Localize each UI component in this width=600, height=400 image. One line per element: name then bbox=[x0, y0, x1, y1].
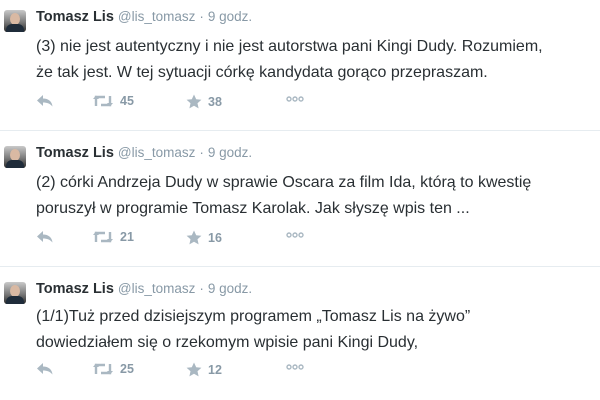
tweet-text-line: (1/1)Tuż przed dzisiejszym programem „To… bbox=[36, 308, 471, 325]
tweet-timestamp[interactable]: 9 godz. bbox=[208, 9, 252, 24]
tweet-header: Tomasz Lis @lis_tomasz · 9 godz. bbox=[36, 279, 252, 298]
tweet-text-line: że tak jest. W tej sytuacji córkę kandyd… bbox=[36, 64, 488, 81]
more-button[interactable] bbox=[286, 364, 304, 370]
tweet-actions: 45 38 bbox=[36, 94, 336, 114]
reply-button[interactable] bbox=[36, 94, 54, 108]
star-icon bbox=[186, 230, 202, 245]
retweet-button[interactable]: 45 bbox=[92, 94, 134, 108]
tweet-text-line: poruszył w programie Tomasz Karolak. Jak… bbox=[36, 200, 470, 217]
retweet-icon bbox=[93, 95, 113, 107]
tweet-timeline: Tomasz Lis @lis_tomasz · 9 godz. (3) nie je… bbox=[0, 0, 600, 400]
tweet-text: (1/1)Tuż przed dzisiejszym programem „To… bbox=[36, 304, 596, 356]
avatar[interactable] bbox=[4, 282, 26, 304]
avatar-shirt bbox=[6, 296, 24, 304]
reply-icon bbox=[37, 231, 53, 243]
retweet-count: 45 bbox=[120, 94, 134, 108]
tweet-actions: 21 16 bbox=[36, 230, 336, 250]
star-icon bbox=[186, 94, 202, 109]
tweet-header: Tomasz Lis @lis_tomasz · 9 godz. bbox=[36, 7, 252, 26]
avatar-shirt bbox=[6, 160, 24, 168]
reply-button[interactable] bbox=[36, 362, 54, 376]
retweet-button[interactable]: 25 bbox=[92, 362, 134, 376]
tweet-text-line: (3) nie jest autentyczny i nie jest auto… bbox=[36, 38, 543, 55]
tweet-card[interactable]: Tomasz Lis @lis_tomasz · 9 godz. (3) nie je… bbox=[0, 0, 600, 130]
favorite-button[interactable]: 16 bbox=[186, 230, 222, 245]
tweet-divider bbox=[0, 266, 600, 267]
tweet-text-line: dowiedziałem się o rzekomym wpisie pani … bbox=[36, 334, 419, 351]
retweet-button[interactable]: 21 bbox=[92, 230, 134, 244]
tweet-text: (3) nie jest autentyczny i nie jest auto… bbox=[36, 34, 596, 86]
favorite-button[interactable]: 38 bbox=[186, 94, 222, 109]
author-handle[interactable]: @lis_tomasz bbox=[118, 9, 195, 24]
star-icon bbox=[186, 362, 202, 377]
reply-icon bbox=[37, 363, 53, 375]
reply-icon bbox=[37, 95, 53, 107]
tweet-text-line: (2) córki Andrzeja Dudy w sprawie Oscara… bbox=[36, 174, 532, 191]
reply-button[interactable] bbox=[36, 230, 54, 244]
favorite-count: 12 bbox=[208, 362, 222, 377]
tweet-header: Tomasz Lis @lis_tomasz · 9 godz. bbox=[36, 143, 252, 162]
tweet-text: (2) córki Andrzeja Dudy w sprawie Oscara… bbox=[36, 170, 596, 222]
more-dots-icon bbox=[286, 96, 304, 102]
favorite-count: 16 bbox=[208, 230, 222, 245]
retweet-count: 21 bbox=[120, 230, 134, 244]
more-button[interactable] bbox=[286, 96, 304, 102]
header-separator: · bbox=[199, 145, 204, 160]
favorite-count: 38 bbox=[208, 94, 222, 109]
tweet-timestamp[interactable]: 9 godz. bbox=[208, 145, 252, 160]
header-separator: · bbox=[199, 281, 204, 296]
avatar[interactable] bbox=[4, 146, 26, 168]
author-name[interactable]: Tomasz Lis bbox=[36, 9, 114, 25]
tweet-divider bbox=[0, 130, 600, 131]
more-dots-icon bbox=[286, 364, 304, 370]
author-handle[interactable]: @lis_tomasz bbox=[118, 281, 195, 296]
author-name[interactable]: Tomasz Lis bbox=[36, 281, 114, 297]
retweet-icon bbox=[93, 231, 113, 243]
tweet-timestamp[interactable]: 9 godz. bbox=[208, 281, 252, 296]
retweet-count: 25 bbox=[120, 362, 134, 376]
more-button[interactable] bbox=[286, 232, 304, 238]
tweet-actions: 25 12 bbox=[36, 362, 336, 382]
author-handle[interactable]: @lis_tomasz bbox=[118, 145, 195, 160]
favorite-button[interactable]: 12 bbox=[186, 362, 222, 377]
more-dots-icon bbox=[286, 232, 304, 238]
avatar-shirt bbox=[6, 24, 24, 32]
avatar[interactable] bbox=[4, 10, 26, 32]
tweet-card[interactable]: Tomasz Lis @lis_tomasz · 9 godz. (2) córki … bbox=[0, 130, 600, 266]
retweet-icon bbox=[93, 363, 113, 375]
author-name[interactable]: Tomasz Lis bbox=[36, 145, 114, 161]
header-separator: · bbox=[199, 9, 204, 24]
tweet-card[interactable]: Tomasz Lis @lis_tomasz · 9 godz. (1/1)Tuż p… bbox=[0, 266, 600, 400]
